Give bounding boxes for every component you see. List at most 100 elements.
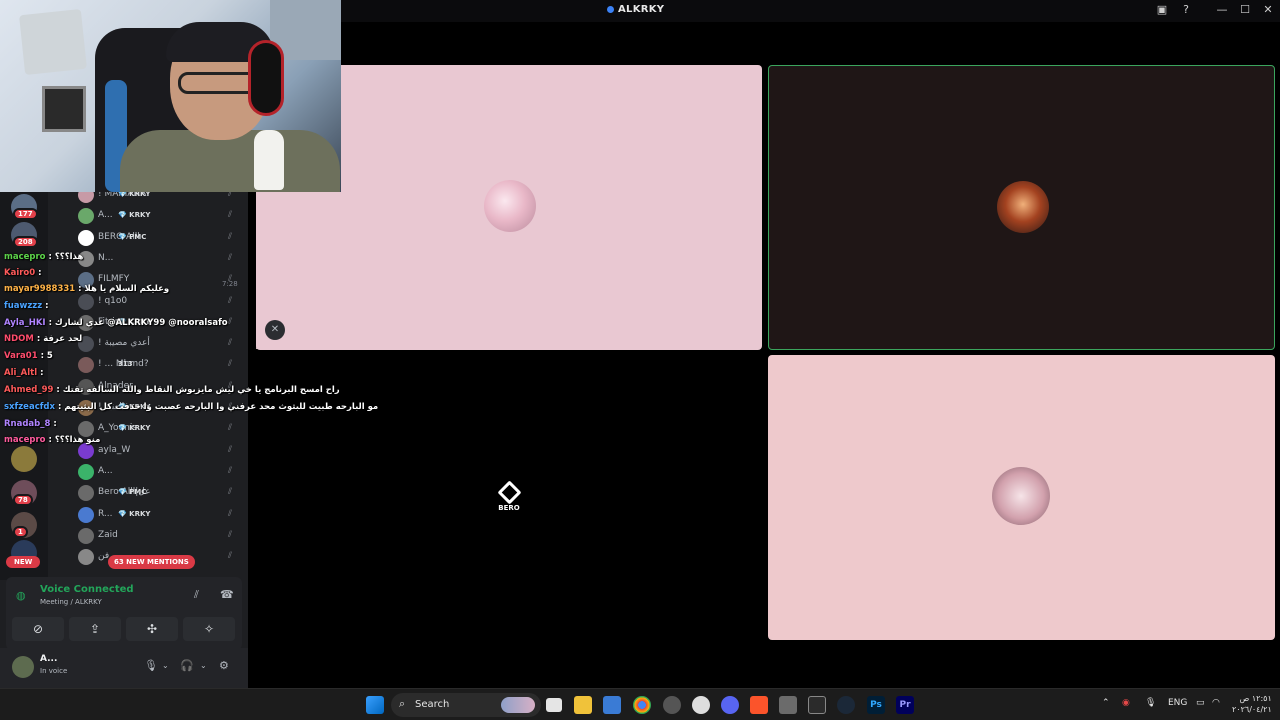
app-icon[interactable] [663, 696, 681, 714]
voice-user-row[interactable]: BERO Alll 💎 PMC ⫽ [76, 229, 246, 247]
avatar [78, 357, 94, 374]
chat-text: : منو هذا؟؟؟ [48, 435, 101, 445]
chat-username: Ayla_HKI [4, 318, 46, 328]
maximize-button[interactable]: ☐ [1237, 3, 1253, 16]
network-icon[interactable]: ▭ [1196, 698, 1205, 708]
mic-muted-icon: ⫽ [228, 338, 233, 349]
voice-user-row[interactable]: ! ... Mhmd? 313 ⫽ [76, 356, 246, 374]
chat-message: Rnadab_8 : [4, 419, 57, 429]
voice-status[interactable]: Voice Connected [40, 584, 134, 595]
minimize-button[interactable]: — [1214, 3, 1230, 16]
avatar [78, 463, 94, 480]
clock-time: ١٢:٥١ ص [1239, 694, 1272, 703]
screen-share-button[interactable]: ⇪ [69, 617, 121, 641]
chat-text: : 5 [40, 351, 53, 361]
disconnect-icon[interactable]: ☎ [220, 588, 234, 601]
chat-username: fuawzzz [4, 301, 43, 311]
voice-user-row[interactable]: A_Younis 💎 KRKY ⫽ [76, 420, 246, 438]
chat-message: mayar9988331 : وعليكم السلام يا هلا [4, 284, 169, 294]
participant-tile-3[interactable] [768, 355, 1275, 640]
logo-text: BERO [498, 504, 520, 512]
chevron-down-icon[interactable]: ⌄ [200, 661, 207, 670]
signal-icon[interactable]: ◍ [16, 589, 26, 602]
server-icon[interactable]: 1 [11, 512, 37, 538]
noise-suppression-icon[interactable]: ⫽ [194, 588, 199, 602]
mic-muted-icon: ⫽ [228, 210, 233, 221]
help-icon[interactable]: ? [1178, 3, 1194, 16]
participant-avatar [997, 181, 1049, 233]
discord-icon[interactable] [721, 696, 739, 714]
avatar [78, 293, 94, 310]
steam-icon[interactable] [837, 696, 855, 714]
photoshop-icon[interactable]: Ps [867, 696, 885, 714]
chat-text: : [38, 268, 42, 278]
close-button[interactable]: ✕ [1260, 3, 1276, 16]
search-box[interactable]: ⌕ Search [391, 693, 541, 717]
voice-user-row[interactable]: A... ⫽ [76, 463, 246, 481]
soundboard-button[interactable]: ✧ [183, 617, 235, 641]
voice-user-name: R... [98, 508, 113, 519]
language-indicator[interactable]: ENG [1168, 698, 1187, 708]
voice-user-name: ! أعدي مصيبة [98, 338, 150, 349]
participant-tile-2-speaking[interactable] [768, 65, 1275, 350]
app-icon[interactable] [779, 696, 797, 714]
voice-user-row[interactable]: ! أعدي مصيبة ⫽ [76, 335, 246, 353]
avatar [78, 485, 94, 502]
chevron-down-icon[interactable]: ⌄ [162, 661, 169, 670]
user-panel: A... In voice 🎙 ⌄ 🎧 ⌄ ⚙ [0, 648, 248, 688]
voice-user-row[interactable]: N... ⫽ [76, 250, 246, 268]
voice-channel[interactable]: Meeting / ALKRKY [40, 598, 102, 606]
headphones-icon[interactable]: 🎧 [180, 659, 194, 672]
voice-user-row[interactable]: A... 💎 KRKY ⫽ [76, 207, 246, 225]
file-explorer-icon[interactable] [574, 696, 592, 714]
search-text: Search [415, 699, 450, 710]
chat-username: Ali_Altl [4, 368, 38, 378]
new-mentions-pill[interactable]: 63 NEW MENTIONS [108, 555, 195, 569]
capcut-icon[interactable] [808, 696, 826, 714]
chrome-icon[interactable] [633, 696, 651, 714]
wifi-icon[interactable]: ◠ [1212, 698, 1220, 708]
role-tag: 💎 KRKY [118, 424, 151, 433]
mic-muted-icon: ⫽ [228, 252, 233, 263]
gear-icon[interactable]: ⚙ [219, 659, 229, 672]
server-icon[interactable]: 177 [11, 194, 38, 220]
webcam-overlay [0, 0, 341, 192]
chat-username: Vara01 [4, 351, 38, 361]
microphone-icon[interactable]: 🎙 [144, 659, 158, 672]
brave-icon[interactable] [750, 696, 768, 714]
avatar [78, 208, 94, 225]
new-badge[interactable]: NEW [6, 556, 41, 568]
server-icon[interactable]: 208 [11, 222, 38, 248]
voice-user-row[interactable]: R... 💎 KRKY ⫽ [76, 506, 246, 524]
microphone-icon[interactable]: 🎙 [1145, 698, 1156, 708]
activities-button[interactable]: ✣ [126, 617, 178, 641]
taskbar: ⌕ Search Ps Pr ⌃ ◉ 🎙 ENG ▭ ◠ ١٢:٥١ ص ٢٠٢… [0, 688, 1280, 720]
chat-username: mayar9988331 [4, 284, 76, 294]
voice-user-row[interactable]: ayla_W ⫽ [76, 442, 246, 460]
server-icon[interactable]: 78 [11, 480, 37, 506]
task-view-icon[interactable] [546, 698, 562, 712]
chevron-up-icon[interactable]: ⌃ [1102, 698, 1110, 708]
camera-button[interactable]: ⊘ [12, 617, 64, 641]
search-highlight-icon [501, 697, 535, 713]
premiere-icon[interactable]: Pr [896, 696, 914, 714]
app-tray-icon[interactable]: ◉ [1122, 698, 1130, 708]
voice-user-row[interactable]: Zaid ⫽ [76, 527, 246, 545]
chat-text: : وعليكم السلام يا هلا [78, 284, 170, 294]
voice-user-row[interactable]: Bero Alll|عل 💎 PMC ⫽ [76, 484, 246, 502]
voice-user-row[interactable]: ! q1o0 ⫽ [76, 293, 246, 311]
search-icon: ⌕ [399, 697, 406, 710]
screen-share-icon[interactable]: ▣ [1154, 3, 1170, 16]
clock-date: ٢٠٢٦/٠٤/٢١ [1232, 705, 1272, 714]
server-icon[interactable] [11, 446, 37, 472]
voice-user-name: Zaid [98, 529, 118, 540]
chat-message: Ahmed_99 : راح امسح البرنامج يا خي ليش م… [4, 385, 340, 395]
windows-start-icon[interactable] [366, 696, 384, 714]
store-icon[interactable] [603, 696, 621, 714]
chat-text: : هذا؟؟؟ [48, 252, 84, 262]
voice-user-name: ! q1o0 [98, 295, 128, 306]
avatar[interactable] [12, 656, 34, 678]
steam-icon[interactable] [692, 696, 710, 714]
clock[interactable]: ١٢:٥١ ص ٢٠٢٦/٠٤/٢١ [1232, 693, 1272, 715]
chat-username: sxfzeacfdx [4, 402, 55, 412]
